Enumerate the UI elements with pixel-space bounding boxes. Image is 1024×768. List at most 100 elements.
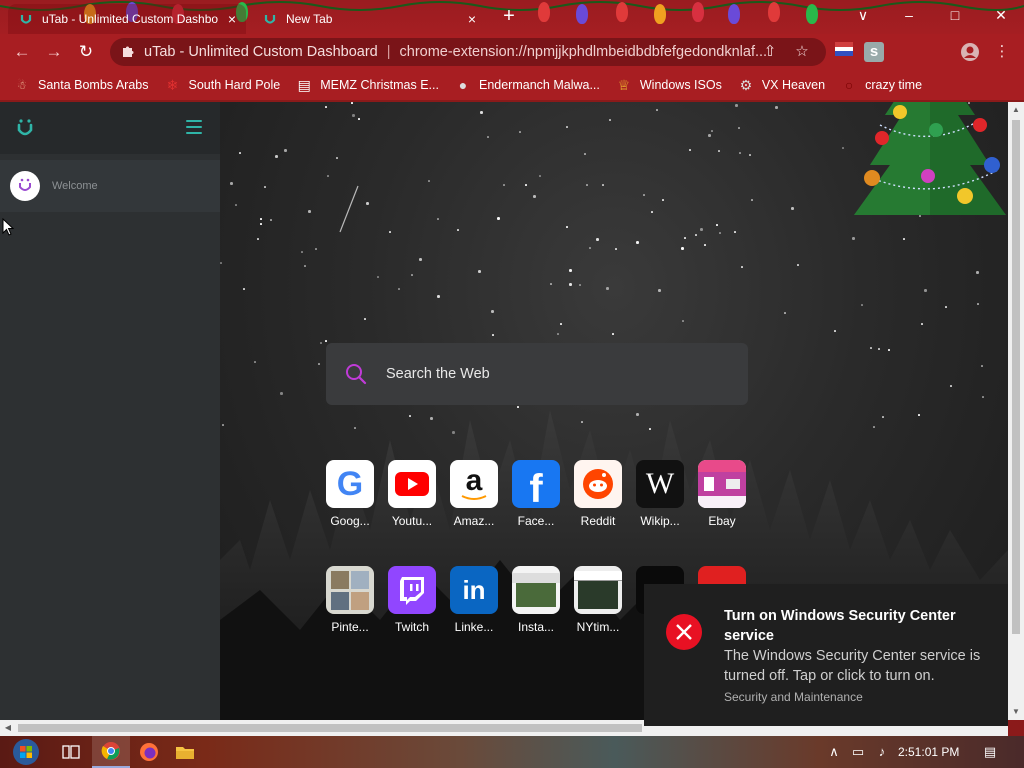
vx-icon: ⚙ — [739, 76, 753, 93]
taskbar-clock[interactable]: 2:51:01 PM — [898, 736, 959, 768]
task-view-icon[interactable] — [52, 736, 90, 768]
back-button[interactable]: ← — [10, 40, 34, 64]
welcome-label: Welcome — [52, 180, 98, 192]
bookmark-label: Santa Bombs Arabs — [38, 78, 149, 92]
action-center-icon[interactable]: ▤ — [982, 744, 998, 760]
scroll-up-arrow-icon[interactable]: ▲ — [1008, 102, 1024, 118]
bookmark-endermanch-malware[interactable]: ● Endermanch Malwa... — [455, 77, 600, 93]
scroll-left-arrow-icon[interactable]: ◀ — [0, 720, 16, 736]
tile-google[interactable]: G Goog... — [325, 460, 375, 528]
minimize-button[interactable]: – — [886, 0, 932, 30]
toast-title: Turn on Windows Security Center service — [724, 608, 956, 644]
light-bulb — [576, 4, 588, 24]
tile-label: Amaz... — [453, 514, 495, 528]
utab-sidebar: Welcome — [0, 102, 220, 720]
bookmark-south-hard-pole[interactable]: ❄ South Hard Pole — [164, 76, 281, 93]
vertical-scrollbar[interactable]: ▲ ▼ — [1008, 102, 1024, 720]
puzzle-piece-icon — [120, 44, 136, 60]
share-icon[interactable]: ⇧ — [760, 42, 780, 62]
scroll-thumb[interactable] — [1012, 120, 1020, 634]
light-bulb — [692, 2, 704, 22]
browser-toolbar: ← → ↻ uTab - Unlimited Custom Dashboard … — [0, 34, 1024, 70]
reload-button[interactable]: ↻ — [74, 40, 98, 64]
maximize-button[interactable]: □ — [932, 0, 978, 30]
security-notification-toast[interactable]: Turn on Windows Security Center service … — [644, 584, 1008, 726]
linkedin-icon: in — [450, 566, 498, 614]
santa-icon: ☃ — [17, 79, 27, 92]
blank-icon: ○ — [844, 77, 854, 93]
tab-close-icon[interactable]: × — [464, 11, 480, 27]
utab-favicon-icon — [262, 11, 278, 27]
firefox-taskbar-icon[interactable] — [130, 736, 168, 768]
scroll-down-arrow-icon[interactable]: ▼ — [1008, 704, 1024, 720]
search-icon — [346, 364, 367, 385]
search-input[interactable] — [386, 366, 726, 382]
web-search-box[interactable] — [326, 343, 748, 405]
light-bulb — [654, 4, 666, 24]
bookmark-santa-bombs-arabs[interactable]: ☃ Santa Bombs Arabs — [14, 77, 148, 93]
light-bulb — [538, 2, 550, 22]
tile-instagram[interactable]: Insta... — [511, 566, 561, 634]
menu-icon[interactable]: ⋮ — [992, 42, 1012, 62]
bookmark-label: MEMZ Christmas E... — [320, 78, 439, 92]
light-bulb — [768, 2, 780, 22]
tab-new-tab[interactable]: New Tab × — [252, 4, 486, 34]
google-glyph: G — [336, 464, 364, 503]
youtube-icon — [388, 460, 436, 508]
chrome-taskbar-icon[interactable] — [92, 736, 130, 768]
bookmark-memz-christmas[interactable]: ▤ MEMZ Christmas E... — [296, 77, 439, 93]
avatar — [10, 171, 40, 201]
tab-title: New Tab — [286, 12, 333, 26]
volume-icon[interactable]: ♪ — [874, 744, 890, 760]
hamburger-menu-icon[interactable] — [186, 120, 202, 134]
forward-button[interactable]: → — [42, 40, 66, 64]
bookmark-label: VX Heaven — [761, 78, 826, 92]
bookmark-label: South Hard Pole — [188, 78, 281, 92]
tile-label: Ebay — [708, 514, 736, 528]
start-button[interactable] — [6, 736, 46, 768]
pinterest-thumb-icon — [326, 566, 374, 614]
tile-label: Insta... — [517, 620, 555, 634]
tile-label: Wikip... — [640, 514, 680, 528]
utab-logo-icon[interactable] — [14, 118, 36, 140]
tile-wikipedia[interactable]: W Wikip... — [635, 460, 685, 528]
network-icon[interactable]: ▭ — [850, 744, 866, 760]
star-icon[interactable]: ☆ — [792, 42, 812, 62]
bookmark-vx-heaven[interactable]: ⚙ VX Heaven — [738, 76, 826, 93]
tile-twitch[interactable]: Twitch — [387, 566, 437, 634]
tile-nytimes[interactable]: NYtim... — [573, 566, 623, 634]
tile-facebook[interactable]: f Face... — [511, 460, 561, 528]
toast-body: The Windows Security Center service is t… — [724, 648, 981, 684]
new-tab-button[interactable]: + — [498, 6, 520, 28]
file-explorer-icon[interactable] — [166, 736, 204, 768]
tile-reddit[interactable]: Reddit — [573, 460, 623, 528]
close-window-button[interactable]: ✕ — [978, 0, 1024, 30]
tile-ebay[interactable]: Ebay — [697, 460, 747, 528]
amazon-icon: a — [450, 460, 498, 508]
welcome-row[interactable]: Welcome — [0, 160, 220, 212]
tile-linkedin[interactable]: in Linke... — [449, 566, 499, 634]
tile-youtube[interactable]: Youtu... — [387, 460, 437, 528]
profile-icon[interactable] — [960, 42, 980, 62]
toast-source: Security and Maintenance — [724, 690, 863, 704]
snowflake-icon: ❄ — [166, 76, 179, 93]
scroll-thumb[interactable] — [18, 724, 642, 732]
tile-label: Youtu... — [391, 514, 433, 528]
show-hidden-icons-chevron-icon[interactable]: ∧ — [826, 744, 842, 760]
tab-utab[interactable]: uTab - Unlimited Custom Dashbo × — [8, 4, 246, 34]
tile-pinterest[interactable]: Pinte... — [325, 566, 375, 634]
tab-close-icon[interactable]: × — [224, 11, 240, 27]
flag-extension-icon[interactable] — [834, 42, 854, 62]
tab-strip: uTab - Unlimited Custom Dashbo × New Tab… — [0, 0, 1024, 34]
url-separator: | — [386, 44, 391, 60]
error-x-icon — [666, 614, 702, 650]
tile-amazon[interactable]: a Amaz... — [449, 460, 499, 528]
address-bar[interactable]: uTab - Unlimited Custom Dashboard | chro… — [110, 38, 826, 66]
s-extension-icon[interactable]: s — [864, 42, 884, 62]
light-bulb — [728, 4, 740, 24]
tile-label: Face... — [517, 514, 555, 528]
sidebar-header — [0, 102, 220, 154]
bookmark-windows-isos[interactable]: ♕ Windows ISOs — [616, 77, 722, 93]
bookmark-crazy-time[interactable]: ○ crazy time — [841, 77, 922, 93]
tab-search-dropdown-icon[interactable]: ∨ — [840, 0, 886, 30]
